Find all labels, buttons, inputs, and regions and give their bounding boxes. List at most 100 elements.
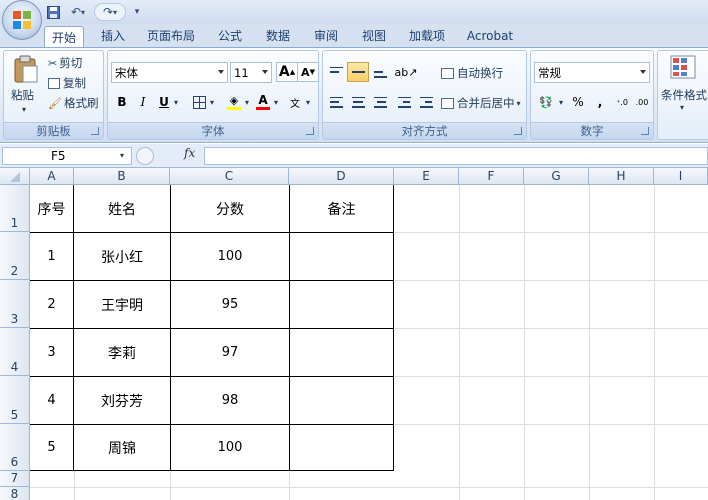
undo-icon[interactable]: ↶ ▾ [64,3,92,21]
number-launcher-icon[interactable] [641,127,649,135]
orientation-button[interactable]: ab↗ [393,62,419,82]
table-cell[interactable]: 1 [30,233,73,280]
table-cell[interactable]: 100 [171,425,289,470]
column-header-a[interactable]: A [30,168,74,185]
borders-button[interactable] [188,92,210,112]
table-cell[interactable]: 2 [30,281,73,328]
table-cell[interactable]: 刘芬芳 [74,377,170,424]
paste-button[interactable]: 粘贴 ▾ [8,53,42,119]
table-cell[interactable]: 97 [171,329,289,376]
percent-button[interactable]: % [567,92,589,112]
comma-button[interactable]: , [589,92,611,112]
wrap-text-button[interactable]: 自动换行 [441,65,503,81]
alignment-launcher-icon[interactable] [514,127,522,135]
table-cell[interactable] [290,329,393,376]
grow-font-button[interactable]: A ▲ [276,62,298,82]
table-cell[interactable]: 5 [30,425,73,470]
align-top-button[interactable] [325,62,347,82]
column-header-c[interactable]: C [170,168,289,185]
tab-insert[interactable]: 插入 [94,25,132,47]
accounting-button[interactable]: 💱 [534,92,558,112]
clipboard-launcher-icon[interactable] [91,127,99,135]
row-header-5[interactable]: 5 [0,376,30,424]
tab-addins[interactable]: 加载项 [400,25,454,47]
increase-indent-button[interactable] [415,92,437,112]
format-painter-button[interactable]: 🖌 格式刷 [48,95,98,111]
column-header-i[interactable]: I [654,168,708,185]
font-launcher-icon[interactable] [306,127,314,135]
table-cell[interactable]: 李莉 [74,329,170,376]
merge-center-button[interactable]: 合并后居中 ▾ [441,95,521,111]
borders-dropdown-icon[interactable]: ▾ [210,98,214,107]
underline-dropdown-icon[interactable]: ▾ [174,98,178,107]
customize-toolbar-icon[interactable]: ▾ [130,3,144,21]
column-header-d[interactable]: D [289,168,394,185]
row-header-3[interactable]: 3 [0,280,30,328]
redo-icon[interactable]: ↷ ▾ [94,3,126,21]
font-color-dropdown-icon[interactable]: ▾ [274,98,278,107]
align-bottom-button[interactable] [369,62,391,82]
column-header-h[interactable]: H [589,168,654,185]
name-box[interactable]: F5 [2,147,132,165]
column-header-g[interactable]: G [524,168,589,185]
shrink-font-button[interactable]: A ▼ [297,62,319,82]
header-cell-seq[interactable]: 序号 [30,185,73,232]
copy-button[interactable]: 复制 [48,75,86,91]
table-cell[interactable]: 95 [171,281,289,328]
tab-view[interactable]: 视图 [354,25,394,47]
formula-bar-toggle-icon[interactable] [136,147,154,165]
table-cell[interactable] [290,233,393,280]
table-cell[interactable]: 98 [171,377,289,424]
phonetic-dropdown-icon[interactable]: ▾ [306,98,310,107]
underline-button[interactable]: U [153,92,175,112]
bold-button[interactable]: B [111,92,133,112]
align-right-button[interactable] [369,92,391,112]
row-header-1[interactable]: 1 [0,185,30,232]
table-cell[interactable]: 100 [171,233,289,280]
font-name-select[interactable]: 宋体 [111,62,228,83]
insert-function-icon[interactable]: fx [184,146,195,160]
table-cell[interactable]: 张小红 [74,233,170,280]
row-header-6[interactable]: 6 [0,424,30,471]
formula-input[interactable] [204,147,708,165]
header-cell-remark[interactable]: 备注 [290,185,393,232]
row-header-2[interactable]: 2 [0,232,30,280]
tab-acrobat[interactable]: Acrobat [462,25,518,47]
row-header-7[interactable]: 7 [0,471,30,487]
align-center-button[interactable] [347,92,369,112]
italic-button[interactable]: I [132,92,154,112]
row-header-4[interactable]: 4 [0,328,30,376]
save-icon[interactable] [44,3,62,21]
table-cell[interactable] [290,425,393,470]
decrease-decimal-button[interactable]: .00 [631,92,653,112]
font-size-select[interactable]: 11 [230,62,272,83]
select-all-corner[interactable] [0,168,30,185]
cut-button[interactable]: ✂ 剪切 [48,55,82,71]
table-cell[interactable] [290,281,393,328]
fill-color-button[interactable]: ◈ [223,92,245,112]
header-cell-name[interactable]: 姓名 [74,185,170,232]
table-cell[interactable] [290,377,393,424]
office-button[interactable] [2,0,42,40]
fill-color-dropdown-icon[interactable]: ▾ [245,98,249,107]
tab-review[interactable]: 审阅 [306,25,346,47]
font-color-button[interactable]: A [252,92,274,112]
merge-dropdown-icon[interactable]: ▾ [517,99,521,108]
tab-page-layout[interactable]: 页面布局 [142,25,200,47]
name-box-dropdown-icon[interactable]: ▾ [120,151,124,160]
header-cell-score[interactable]: 分数 [171,185,289,232]
phonetic-button[interactable]: 文 [284,92,306,112]
column-header-e[interactable]: E [394,168,459,185]
table-cell[interactable]: 3 [30,329,73,376]
align-left-button[interactable] [325,92,347,112]
row-header-8[interactable]: 8 [0,487,30,500]
increase-decimal-button[interactable]: ⁺.0 [611,92,633,112]
conditional-format-button[interactable]: 条件格式 [661,87,707,103]
column-header-f[interactable]: F [459,168,524,185]
table-cell[interactable]: 王宇明 [74,281,170,328]
tab-formulas[interactable]: 公式 [210,25,250,47]
conditional-format-dropdown-icon[interactable]: ▾ [680,103,684,112]
table-cell[interactable]: 4 [30,377,73,424]
accounting-dropdown-icon[interactable]: ▾ [559,98,563,107]
number-format-select[interactable]: 常规 [534,62,650,83]
